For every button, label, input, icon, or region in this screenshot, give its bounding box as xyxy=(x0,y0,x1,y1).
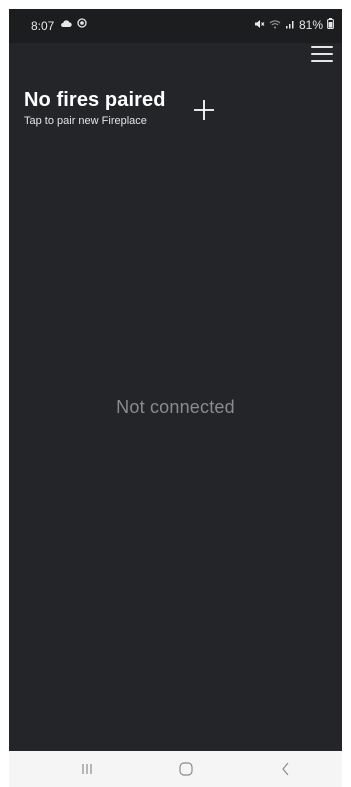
record-icon xyxy=(77,18,87,31)
plus-icon[interactable] xyxy=(191,97,217,123)
system-nav-bar xyxy=(9,751,342,787)
wifi-icon xyxy=(269,19,281,32)
home-icon[interactable] xyxy=(171,759,201,779)
status-right-icons: 81% xyxy=(254,18,334,32)
recent-apps-icon[interactable] xyxy=(72,759,102,779)
back-icon[interactable] xyxy=(271,759,301,779)
header: No fires paired Tap to pair new Fireplac… xyxy=(24,89,166,127)
page-title: No fires paired xyxy=(24,89,166,111)
status-time: 8:07 xyxy=(31,19,55,33)
battery-icon xyxy=(327,18,334,32)
cloud-icon xyxy=(60,19,72,31)
battery-percent: 81% xyxy=(298,18,323,32)
status-bar: 8:07 81% xyxy=(9,9,342,43)
status-left-icons xyxy=(60,18,87,31)
mute-icon xyxy=(254,19,265,32)
app-screen: 8:07 81% No fires paired Tap to pair new… xyxy=(9,9,342,751)
hamburger-menu-icon[interactable] xyxy=(309,42,335,66)
connection-status-text: Not connected xyxy=(116,397,235,417)
signal-icon xyxy=(285,19,295,32)
pair-hint[interactable]: Tap to pair new Fireplace xyxy=(24,115,166,127)
